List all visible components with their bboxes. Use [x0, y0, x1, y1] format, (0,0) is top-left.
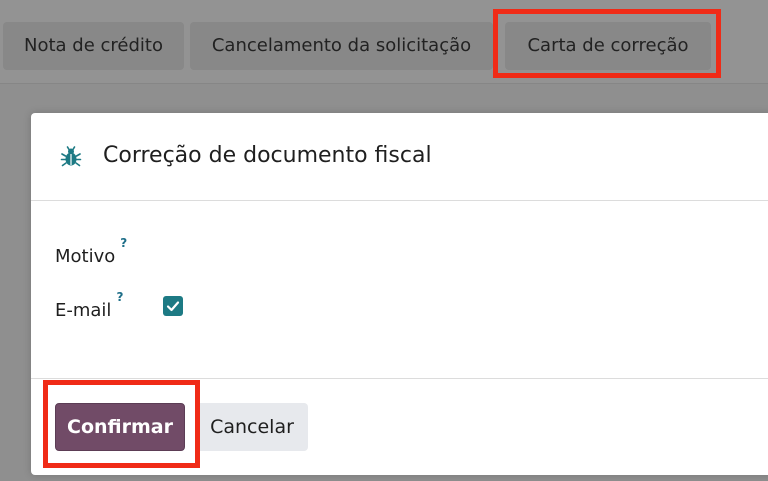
email-label-text: E-mail	[55, 300, 112, 321]
checkmark-icon	[166, 301, 180, 312]
bug-icon	[60, 146, 82, 167]
credit-note-button[interactable]: Nota de crédito	[3, 22, 184, 70]
email-checkbox[interactable]	[163, 296, 183, 316]
dialog-title: Correção de documento fiscal	[103, 143, 432, 168]
reason-field-label: Motivo?	[55, 236, 127, 269]
action-toolbar: Nota de crédito Cancelamento da solicita…	[0, 0, 768, 84]
correction-letter-button[interactable]: Carta de correção	[505, 22, 711, 70]
correction-dialog: Correção de documento fiscal Motivo? E-m…	[31, 113, 768, 475]
dialog-header: Correção de documento fiscal	[31, 113, 768, 201]
email-field-label: E-mail?	[55, 290, 123, 323]
confirm-button[interactable]: Confirmar	[55, 403, 185, 451]
reason-help-tooltip[interactable]: ?	[120, 236, 127, 250]
email-help-tooltip[interactable]: ?	[116, 290, 123, 304]
cancel-button[interactable]: Cancelar	[196, 403, 308, 451]
dialog-footer: Confirmar Cancelar	[31, 378, 768, 475]
reason-label-text: Motivo	[55, 246, 116, 267]
cancel-request-button[interactable]: Cancelamento da solicitação	[190, 22, 493, 70]
